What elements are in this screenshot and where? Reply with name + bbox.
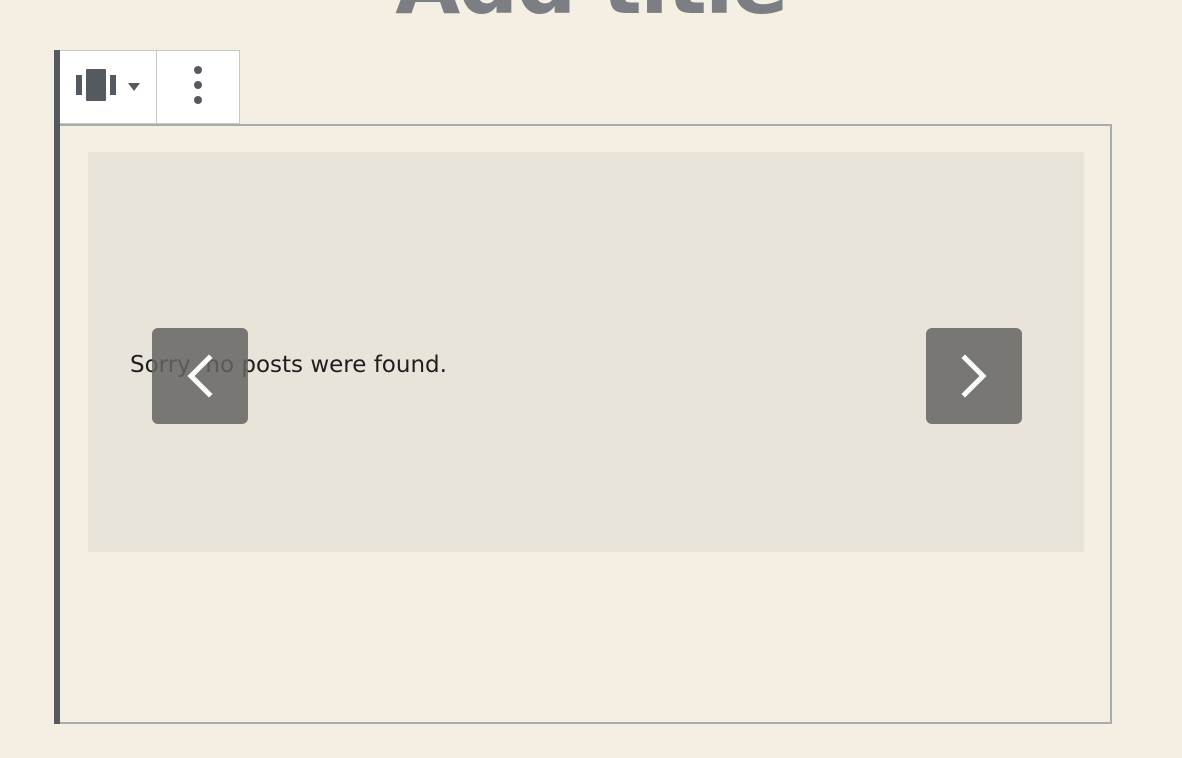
more-options-button[interactable] [157,51,239,123]
carousel-prev-button[interactable] [152,328,248,424]
caret-down-icon [128,83,140,91]
carousel-block-icon [76,68,116,106]
chevron-right-icon [959,354,989,398]
block-toolbar [60,50,240,124]
block-switcher-button[interactable] [60,51,157,123]
carousel-next-button[interactable] [926,328,1022,424]
post-title[interactable]: Add title [0,0,1182,26]
more-vertical-icon [193,65,203,110]
chevron-left-icon [185,354,215,398]
